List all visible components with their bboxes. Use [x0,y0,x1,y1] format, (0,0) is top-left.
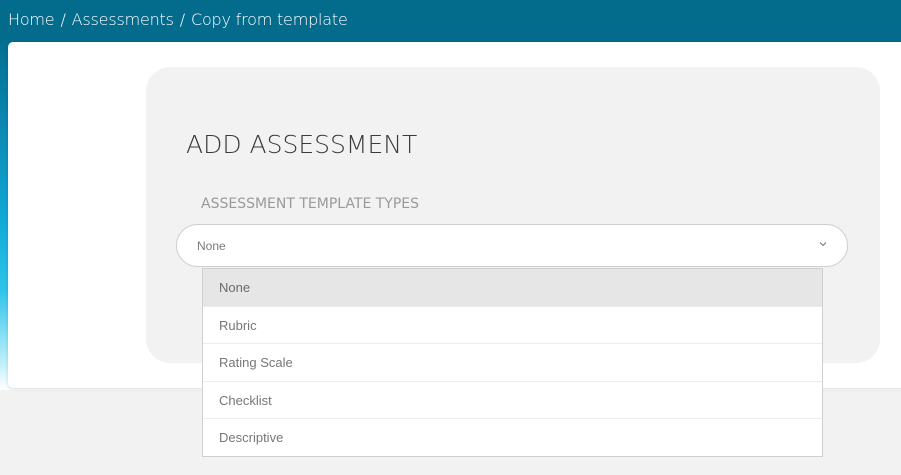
template-type-dropdown: None Rubric Rating Scale Checklist Descr… [202,268,823,457]
breadcrumb-current: Copy from template [190,10,348,29]
breadcrumb: Home / Assessments / Copy from template [8,10,348,29]
option-checklist[interactable]: Checklist [203,382,822,419]
option-rubric[interactable]: Rubric [203,307,822,344]
select-value: None [197,239,226,253]
page-title: ADD ASSESSMENT [186,130,418,159]
breadcrumb-assessments[interactable]: Assessments [72,10,174,29]
breadcrumb-separator: / [60,10,66,29]
option-none[interactable]: None [203,269,822,307]
breadcrumb-home[interactable]: Home [8,10,55,29]
breadcrumb-separator: / [179,10,185,29]
header-bar: Home / Assessments / Copy from template [0,0,901,42]
template-type-select[interactable]: None [176,224,848,267]
template-types-label: ASSESSMENT TEMPLATE TYPES [201,196,420,212]
option-rating-scale[interactable]: Rating Scale [203,344,822,382]
chevron-down-icon [819,242,827,247]
option-descriptive[interactable]: Descriptive [203,419,822,457]
